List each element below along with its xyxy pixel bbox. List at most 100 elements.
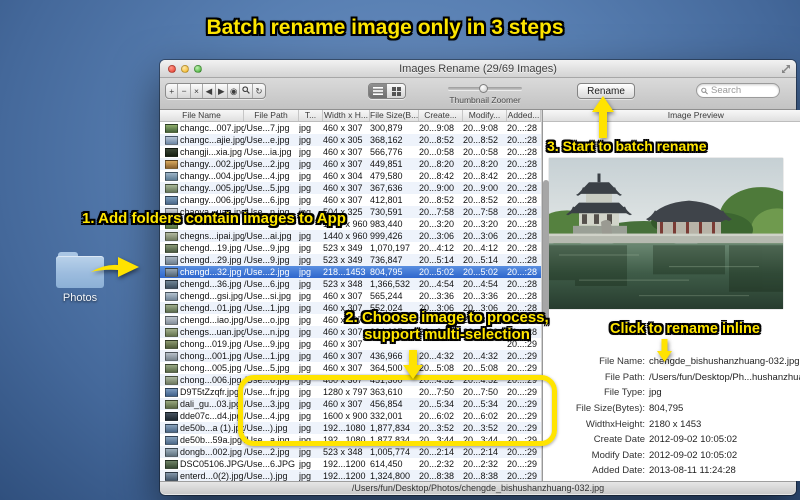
table-row[interactable]: changc...ajie.jpg/Use...e.jpg jpg 460 x 30… — [160, 134, 541, 146]
cell-name: changy...005.jpg — [180, 183, 244, 193]
cell-path: /Use...5.jpg — [244, 183, 290, 193]
list-view-button[interactable] — [369, 84, 387, 98]
table-row[interactable]: dongb...002.jpg/Use...2.jpg jpg 523 x 348 1… — [160, 446, 541, 458]
cell-added: 20...:28 — [507, 195, 538, 205]
detail-value[interactable]: 2012-09-02 10:05:02 — [649, 450, 737, 461]
detail-value[interactable]: jpg — [649, 387, 662, 398]
file-thumbnail — [165, 147, 178, 157]
refresh-button[interactable]: ↻ — [253, 84, 265, 98]
delete-button[interactable]: × — [191, 84, 204, 98]
desktop: Batch rename image only in 3 steps Photo… — [0, 0, 800, 500]
arrow-up-icon — [592, 96, 614, 138]
cell-type: jpg — [299, 135, 312, 145]
remove-button[interactable]: − — [178, 84, 191, 98]
cell-path: /Use...9.jpg — [244, 339, 290, 349]
table-row[interactable]: chengd...gsi.jpg/Use...si.jpg jpg 460 x 30… — [160, 290, 541, 302]
cell-name: chong...006.jpg — [180, 375, 242, 385]
column-header[interactable]: File Path — [244, 110, 299, 121]
add-button[interactable]: + — [166, 84, 179, 98]
table-row[interactable]: changji...xia.jpg/Use...ia.jpg jpg 460 x 3… — [160, 146, 541, 158]
cell-dim: 460 x 305 — [323, 135, 363, 145]
column-header[interactable]: Width x H... — [323, 110, 370, 121]
cell-name: changy...006.jpg — [180, 195, 244, 205]
table-row[interactable]: changc...007.jpg/Use...7.jpg jpg 460 x 307… — [160, 122, 541, 134]
column-header[interactable]: T... — [299, 110, 323, 121]
table-row[interactable]: chong...005.jpg/Use...5.jpg jpg 460 x 307 3… — [160, 362, 541, 374]
cell-created: 20...8:38 — [419, 471, 455, 481]
cell-name: chengd...32.jpg — [180, 267, 242, 277]
cell-size: 804,795 — [370, 267, 403, 277]
cell-size: 1,366,532 — [370, 279, 411, 289]
table-row[interactable]: chengd...36.jpg/Use...6.jpg jpg 523 x 348 1… — [160, 278, 541, 290]
detail-value[interactable]: 2180 x 1453 — [649, 419, 701, 430]
table-row[interactable]: chengd...29.jpg/Use...9.jpg jpg 523 x 349 7… — [160, 254, 541, 266]
cell-dim: 218...1453 — [323, 267, 366, 277]
close-button[interactable] — [168, 65, 176, 73]
column-header[interactable]: File Name — [160, 110, 244, 121]
detail-value[interactable]: 2013-08-11 11:24:28 — [649, 465, 736, 476]
file-thumbnail — [165, 327, 178, 337]
detail-value[interactable]: /Users/fun/Desktop/Ph...hushanzhuang-032… — [649, 372, 800, 383]
column-header[interactable]: Create... — [419, 110, 463, 121]
cell-modified: 20...5:08 — [463, 363, 499, 373]
minimize-button[interactable] — [181, 65, 189, 73]
table-row[interactable]: changy...006.jpg/Use...6.jpg jpg 460 x 307… — [160, 194, 541, 206]
table-row[interactable]: chengd...19.jpg/Use...9.jpg jpg 523 x 349 1… — [160, 242, 541, 254]
detail-value[interactable]: 2012-09-02 10:05:02 — [649, 434, 737, 445]
table-row[interactable]: enterd...0(2).jpg/Use...).jpg jpg 192...12… — [160, 470, 541, 481]
cell-path: /Use...5.jpg — [244, 363, 290, 373]
scrollbar-thumb[interactable] — [543, 180, 549, 320]
preview-eye-button[interactable]: ◉ — [228, 84, 241, 98]
cell-created: 20...9:08 — [419, 123, 455, 133]
cell-path: /Use...6.jpg — [244, 195, 290, 205]
toolbar-segmented-control: + − × ◀ ▶ ◉ ↻ — [165, 83, 267, 99]
forward-button[interactable]: ▶ — [216, 84, 228, 98]
cell-type: jpg — [299, 147, 312, 157]
table-row[interactable]: DSC05106.JPG/Use...6.JPG jpg 192...1200 614… — [160, 458, 541, 470]
titlebar[interactable]: Images Rename (29/69 Images) — [160, 60, 796, 78]
cell-path: /Use...1.jpg — [244, 303, 290, 313]
column-header[interactable]: Modify... — [463, 110, 507, 121]
cell-modified: 20...8:52 — [463, 135, 499, 145]
table-row[interactable]: changy...004.jpg/Use...4.jpg jpg 460 x 304… — [160, 170, 541, 182]
detail-label: Added Date: — [592, 465, 645, 477]
table-row[interactable]: chong...001.jpg/Use...1.jpg jpg 460 x 307 4… — [160, 350, 541, 362]
cell-path: /Use...ia.jpg — [244, 147, 292, 157]
cell-created: 20...3:36 — [419, 291, 455, 301]
column-header[interactable]: Added... — [507, 110, 541, 121]
search-field[interactable] — [696, 83, 780, 98]
grid-view-button[interactable] — [387, 84, 405, 98]
table-row[interactable]: changy...005.jpg/Use...5.jpg jpg 460 x 307… — [160, 182, 541, 194]
search-input[interactable] — [711, 85, 775, 96]
cell-created: 20...5:02 — [419, 267, 455, 277]
cell-path: /Use...7.jpg — [244, 123, 290, 133]
back-button[interactable]: ◀ — [203, 84, 216, 98]
cell-type: jpg — [299, 267, 312, 277]
file-thumbnail — [165, 135, 178, 145]
table-row[interactable]: chegns...ipai.jpg/Use...ai.jpg jpg 1440 x … — [160, 230, 541, 242]
cell-type: jpg — [299, 195, 312, 205]
maximize-button[interactable] — [194, 65, 202, 73]
cell-type: jpg — [299, 303, 312, 313]
file-thumbnail — [165, 363, 178, 373]
detail-value[interactable]: 804,795 — [649, 403, 683, 414]
column-header[interactable]: File Size(B... — [370, 110, 419, 121]
window-zoom-icon[interactable] — [781, 64, 791, 74]
table-row[interactable]: chengd...32.jpg/Use...2.jpg jpg 218...1453… — [160, 266, 541, 278]
table-row[interactable]: changy...002.jpg/Use...2.jpg jpg 460 x 307… — [160, 158, 541, 170]
cell-name: changy...004.jpg — [180, 171, 244, 181]
search-button[interactable] — [240, 84, 253, 98]
annotation-inline: Click to rename inline — [610, 321, 760, 337]
zoomer-slider-knob[interactable] — [479, 84, 489, 93]
file-thumbnail — [165, 291, 178, 301]
cell-path: /Use...o.jpg — [244, 315, 290, 325]
zoomer-slider[interactable] — [448, 84, 522, 93]
cell-created: 20...4:32 — [419, 351, 455, 361]
cell-size: 999,426 — [370, 231, 403, 241]
file-thumbnail — [165, 411, 178, 421]
cell-modified: 20...9:08 — [463, 123, 499, 133]
cell-size: 730,591 — [370, 207, 403, 217]
cell-size: 1,070,197 — [370, 243, 411, 253]
cell-type: jpg — [299, 159, 312, 169]
detail-label: File Path: — [604, 371, 645, 383]
